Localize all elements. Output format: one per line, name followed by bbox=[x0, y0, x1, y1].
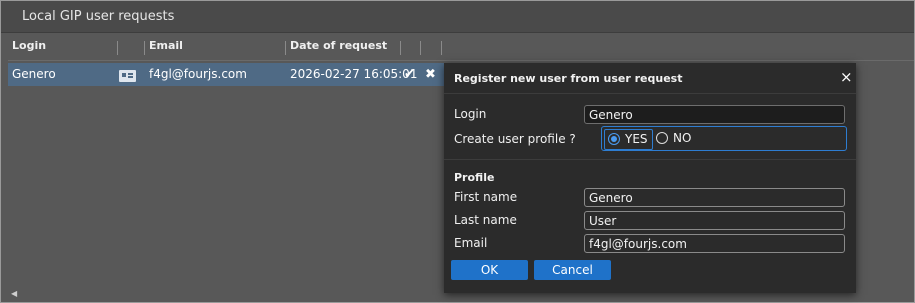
radio-no-label: NO bbox=[673, 131, 692, 145]
email-field[interactable]: f4gl@fourjs.com bbox=[584, 234, 845, 253]
create-profile-label: Create user profile ? bbox=[454, 132, 576, 146]
radio-no[interactable]: NO bbox=[656, 129, 691, 148]
column-separator[interactable] bbox=[117, 41, 118, 55]
cancel-button[interactable]: Cancel bbox=[534, 260, 611, 280]
row-login[interactable]: Genero bbox=[12, 67, 56, 81]
email-label: Email bbox=[454, 236, 488, 250]
last-name-label: Last name bbox=[454, 213, 517, 227]
ok-button[interactable]: OK bbox=[451, 260, 528, 280]
register-user-dialog: Register new user from user request × Lo… bbox=[444, 63, 856, 293]
dialog-title: Register new user from user request bbox=[454, 72, 683, 85]
column-separator[interactable] bbox=[144, 41, 145, 55]
row-email[interactable]: f4gl@fourjs.com bbox=[149, 67, 247, 81]
profile-section-title: Profile bbox=[454, 171, 495, 184]
accept-check-icon[interactable]: ✔ bbox=[404, 67, 415, 82]
header-divider bbox=[8, 60, 914, 61]
column-separator[interactable] bbox=[441, 41, 442, 55]
login-field[interactable]: Genero bbox=[584, 105, 845, 124]
panel-title: Local GIP user requests bbox=[22, 9, 175, 24]
column-separator[interactable] bbox=[400, 41, 401, 55]
login-label: Login bbox=[454, 107, 487, 121]
panel-header: Local GIP user requests bbox=[1, 1, 914, 33]
row-date[interactable]: 2026-02-27 16:05:01 bbox=[290, 67, 417, 81]
radio-yes-label: YES bbox=[625, 132, 648, 146]
reject-x-icon[interactable]: ✖ bbox=[425, 67, 436, 82]
create-profile-radio-group[interactable]: YES NO bbox=[601, 126, 847, 151]
profile-section-divider bbox=[444, 159, 856, 160]
column-separator[interactable] bbox=[420, 41, 421, 55]
first-name-label: First name bbox=[454, 190, 518, 204]
column-separator[interactable] bbox=[285, 41, 286, 55]
first-name-field[interactable]: Genero bbox=[584, 188, 845, 207]
radio-checked-icon[interactable] bbox=[608, 133, 620, 145]
last-name-field[interactable]: User bbox=[584, 211, 845, 230]
scroll-left-icon[interactable]: ◀ bbox=[11, 289, 17, 298]
dialog-divider bbox=[444, 93, 856, 94]
radio-yes[interactable]: YES bbox=[604, 129, 653, 150]
close-icon[interactable]: × bbox=[840, 70, 853, 85]
id-card-icon[interactable] bbox=[119, 70, 136, 82]
radio-unchecked-icon[interactable] bbox=[656, 132, 668, 144]
